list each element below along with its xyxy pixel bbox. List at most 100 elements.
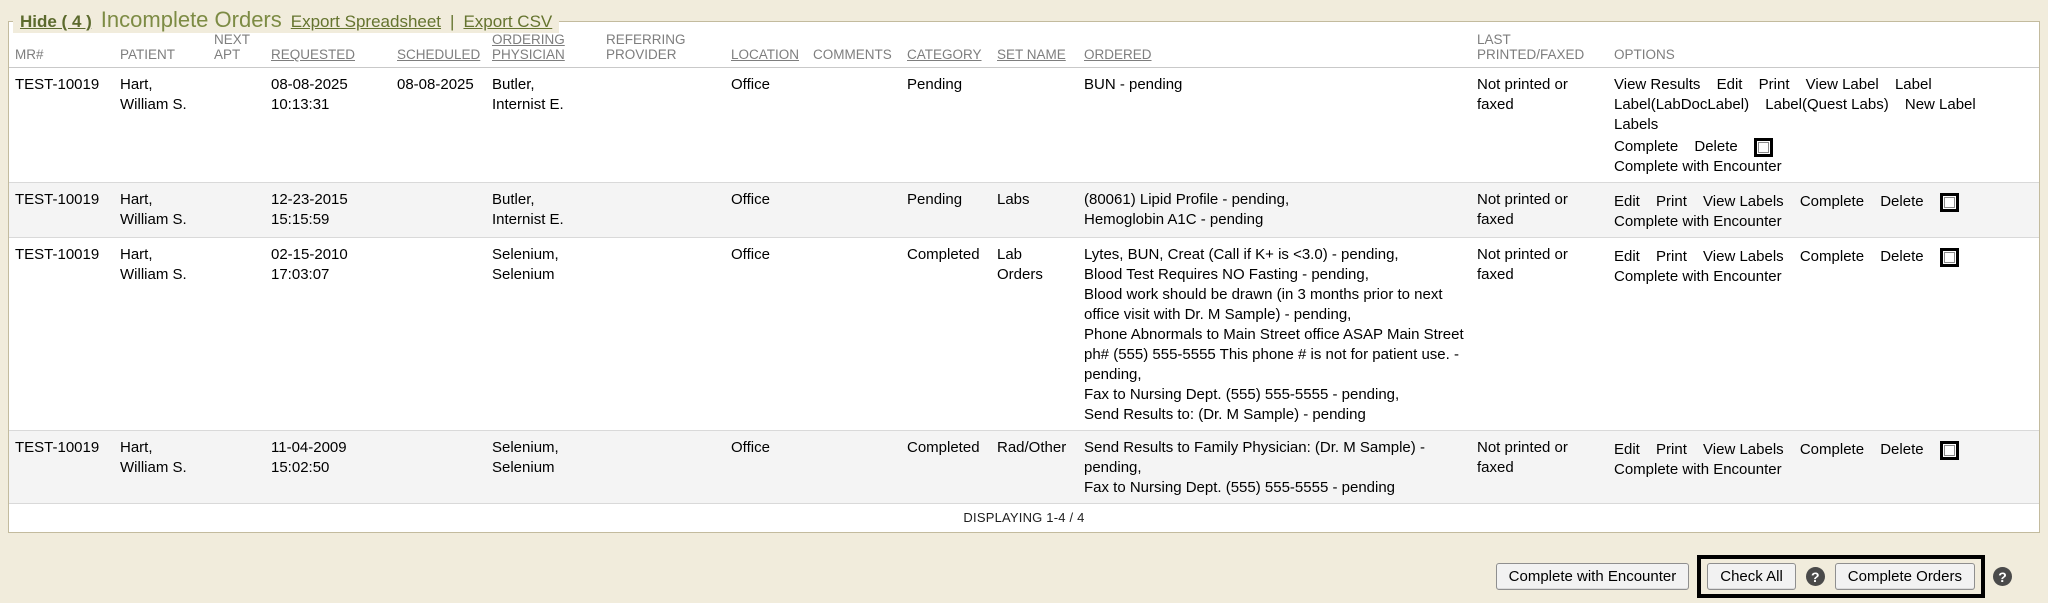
view-results-link[interactable]: View Results — [1614, 76, 1700, 93]
encounter-link-row: Complete with Encounter — [1614, 460, 2033, 480]
incomplete-orders-panel: Hide ( 4 ) Incomplete Orders Export Spre… — [8, 21, 2040, 533]
cell-mr: TEST-10019 — [9, 238, 114, 431]
cell-comments — [807, 238, 901, 431]
row-checkbox-inner — [1944, 445, 1955, 456]
cell-patient: Hart, William S. — [114, 183, 208, 238]
edit-link[interactable]: Edit — [1614, 248, 1640, 265]
cell-ordered: (80061) Lipid Profile - pending, Hemoglo… — [1078, 183, 1471, 238]
cell-printed: Not printed or faxed — [1471, 183, 1608, 238]
cell-scheduled: 08-08-2025 — [391, 68, 486, 183]
print-link[interactable]: Print — [1759, 76, 1790, 93]
cell-referring — [600, 238, 725, 431]
complete-link[interactable]: Complete — [1800, 441, 1864, 458]
view-label-link[interactable]: View Label — [1806, 76, 1879, 93]
delete-link[interactable]: Delete — [1880, 193, 1923, 210]
check-all-button[interactable]: Check All — [1707, 563, 1796, 590]
delete-link[interactable]: Delete — [1880, 248, 1923, 265]
complete-with-encounter-link[interactable]: Complete with Encounter — [1614, 158, 1782, 175]
help-icon[interactable]: ? — [1806, 567, 1825, 586]
cell-ordered: BUN - pending — [1078, 68, 1471, 183]
column-header-ordering-physician[interactable]: ORDERING PHYSICIAN — [486, 30, 600, 68]
complete-link[interactable]: Complete — [1614, 138, 1678, 155]
cell-referring — [600, 68, 725, 183]
column-header-requested[interactable]: REQUESTED — [265, 30, 391, 68]
cell-physician: Butler, Internist E. — [486, 68, 600, 183]
cell-mr: TEST-10019 — [9, 68, 114, 183]
hide-link[interactable]: Hide ( 4 ) — [20, 12, 92, 32]
complete-orders-button[interactable]: Complete Orders — [1835, 563, 1975, 590]
complete-link[interactable]: Complete — [1800, 248, 1864, 265]
label-quest-labs-link[interactable]: Label(Quest Labs) — [1765, 96, 1888, 113]
labels-link[interactable]: Labels — [1614, 116, 1658, 133]
row-checkbox[interactable] — [1940, 441, 1959, 460]
cell-referring — [600, 183, 725, 238]
row-checkbox[interactable] — [1940, 248, 1959, 267]
encounter-link-row: Complete with Encounter — [1614, 212, 2033, 232]
label-labdoclabel-link[interactable]: Label(LabDocLabel) — [1614, 96, 1749, 113]
order-row: TEST-10019Hart, William S.08-08-2025 10:… — [9, 68, 2039, 183]
view-labels-link[interactable]: View Labels — [1703, 441, 1784, 458]
cell-location: Office — [725, 238, 807, 431]
cell-set-name: Rad/Other — [991, 431, 1078, 504]
table-header-row: MR#PATIENTNEXT APTREQUESTEDSCHEDULEDORDE… — [9, 30, 2039, 68]
row-checkbox-inner — [1944, 197, 1955, 208]
complete-with-encounter-link[interactable]: Complete with Encounter — [1614, 268, 1782, 285]
column-header-location[interactable]: LOCATION — [725, 30, 807, 68]
export-csv-link[interactable]: Export CSV — [463, 12, 552, 32]
encounter-link-row: Complete with Encounter — [1614, 267, 2033, 287]
cell-category: Pending — [901, 68, 991, 183]
cell-scheduled — [391, 431, 486, 504]
column-header-set-name[interactable]: SET NAME — [991, 30, 1078, 68]
edit-link[interactable]: Edit — [1614, 193, 1640, 210]
delete-link[interactable]: Delete — [1694, 138, 1737, 155]
edit-link[interactable]: Edit — [1717, 76, 1743, 93]
cell-options: Edit Print View Labels Complete Delete C… — [1608, 431, 2039, 504]
print-link[interactable]: Print — [1656, 193, 1687, 210]
column-header-last-printed-faxed: LAST PRINTED/FAXED — [1471, 30, 1608, 68]
option-links-row: Edit Print View Labels Complete Delete — [1614, 192, 2033, 212]
print-link[interactable]: Print — [1656, 248, 1687, 265]
option-links-row: Complete Delete — [1614, 137, 2033, 157]
cell-ordered: Lytes, BUN, Creat (Call if K+ is <3.0) -… — [1078, 238, 1471, 431]
row-checkbox[interactable] — [1754, 138, 1773, 157]
cell-next-apt — [208, 431, 265, 504]
complete-with-encounter-button[interactable]: Complete with Encounter — [1496, 563, 1690, 590]
order-row: TEST-10019Hart, William S.12-23-2015 15:… — [9, 183, 2039, 238]
cell-location: Office — [725, 68, 807, 183]
delete-link[interactable]: Delete — [1880, 441, 1923, 458]
help-icon[interactable]: ? — [1993, 567, 2012, 586]
column-header-patient: PATIENT — [114, 30, 208, 68]
new-label-link[interactable]: New Label — [1905, 96, 1976, 113]
option-links: View Results Edit Print View Label Label… — [1614, 76, 1988, 133]
column-header-scheduled[interactable]: SCHEDULED — [391, 30, 486, 68]
view-labels-link[interactable]: View Labels — [1703, 193, 1784, 210]
cell-options: Edit Print View Labels Complete Delete C… — [1608, 183, 2039, 238]
edit-link[interactable]: Edit — [1614, 441, 1640, 458]
export-spreadsheet-link[interactable]: Export Spreadsheet — [291, 12, 441, 32]
column-header-category[interactable]: CATEGORY — [901, 30, 991, 68]
row-checkbox[interactable] — [1940, 193, 1959, 212]
view-labels-link[interactable]: View Labels — [1703, 248, 1784, 265]
order-row: TEST-10019Hart, William S.11-04-2009 15:… — [9, 431, 2039, 504]
cell-set-name: Lab Orders — [991, 238, 1078, 431]
label-link[interactable]: Label — [1895, 76, 1932, 93]
highlighted-button-group: Check All ? Complete Orders — [1697, 555, 1985, 598]
order-row: TEST-10019Hart, William S.02-15-2010 17:… — [9, 238, 2039, 431]
complete-with-encounter-link[interactable]: Complete with Encounter — [1614, 461, 1782, 478]
complete-link[interactable]: Complete — [1800, 193, 1864, 210]
cell-location: Office — [725, 183, 807, 238]
cell-printed: Not printed or faxed — [1471, 238, 1608, 431]
cell-physician: Selenium, Selenium — [486, 431, 600, 504]
orders-table: MR#PATIENTNEXT APTREQUESTEDSCHEDULEDORDE… — [9, 30, 2039, 504]
column-header-ordered[interactable]: ORDERED — [1078, 30, 1471, 68]
print-link[interactable]: Print — [1656, 441, 1687, 458]
footer-actions: Complete with Encounter Check All ? Comp… — [0, 533, 2048, 598]
cell-printed: Not printed or faxed — [1471, 431, 1608, 504]
cell-patient: Hart, William S. — [114, 238, 208, 431]
column-header-options: OPTIONS — [1608, 30, 2039, 68]
displaying-bar: DISPLAYING 1-4 / 4 — [9, 504, 2039, 532]
complete-with-encounter-link[interactable]: Complete with Encounter — [1614, 213, 1782, 230]
cell-physician: Selenium, Selenium — [486, 238, 600, 431]
cell-requested: 12-23-2015 15:15:59 — [265, 183, 391, 238]
cell-category: Pending — [901, 183, 991, 238]
